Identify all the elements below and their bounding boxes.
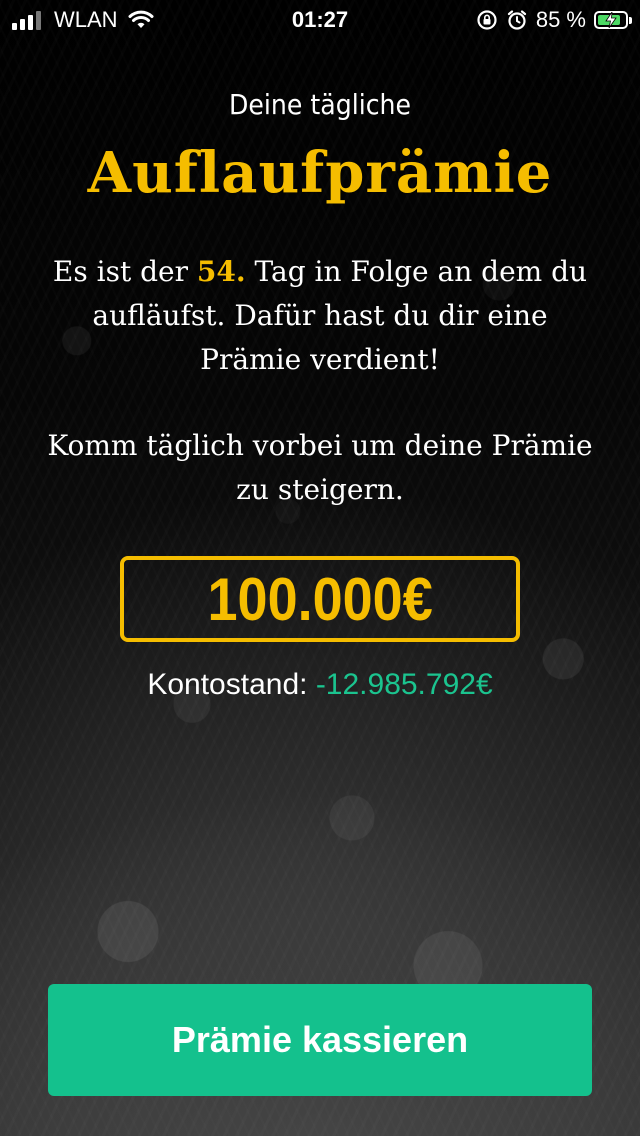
- status-bar: WLAN 01:27 85 %: [0, 0, 640, 40]
- balance-value: -12.985.792€: [315, 668, 493, 701]
- balance-label: Kontostand:: [147, 668, 316, 701]
- battery-charging-icon: [594, 11, 632, 29]
- charging-bolt-icon: [605, 12, 617, 28]
- collect-reward-button[interactable]: Prämie kassieren: [48, 984, 592, 1096]
- reward-amount-box: 100.000€: [120, 556, 520, 642]
- message-prefix: Es ist der: [52, 255, 197, 288]
- account-balance: Kontostand: -12.985.792€: [0, 668, 640, 702]
- status-bar-right: 85 %: [476, 7, 632, 33]
- subtitle: Deine tägliche: [228, 88, 412, 121]
- streak-message: Es ist der 54. Tag in Folge an dem du au…: [40, 250, 600, 382]
- rotation-lock-icon: [477, 10, 497, 30]
- alarm-icon: [507, 10, 526, 30]
- page-title: Auflaufprämie: [87, 140, 553, 206]
- hint-text: Komm täglich vorbei um deine Prämie zu s…: [47, 429, 593, 506]
- streak-day: 54.: [196, 255, 246, 288]
- reward-amount: 100.000€: [207, 565, 433, 633]
- battery-percent: 85 %: [535, 7, 586, 32]
- reward-screen: WLAN 01:27 85 % Deine tägliche Auflaufpr…: [0, 0, 640, 1136]
